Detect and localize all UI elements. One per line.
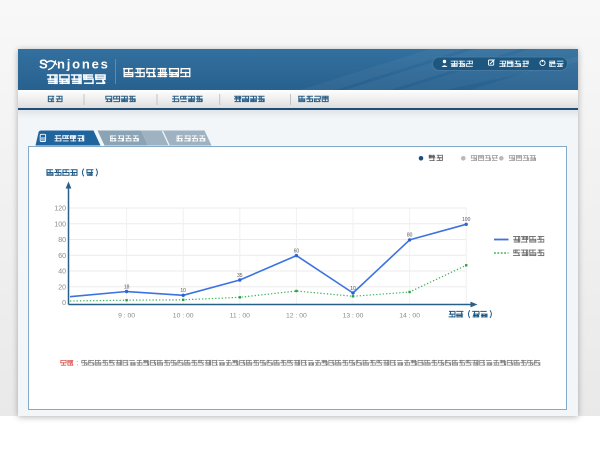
svg-text:100: 100 bbox=[462, 217, 471, 223]
svg-text:0: 0 bbox=[62, 300, 66, 307]
svg-text:60: 60 bbox=[58, 253, 66, 260]
svg-text:12 : 00: 12 : 00 bbox=[286, 312, 307, 319]
svg-text:18: 18 bbox=[124, 284, 130, 290]
svg-text:80: 80 bbox=[58, 237, 66, 244]
svg-text:10: 10 bbox=[180, 288, 186, 294]
svg-text:80: 80 bbox=[407, 233, 413, 239]
svg-text:40: 40 bbox=[58, 269, 66, 276]
svg-text:20: 20 bbox=[58, 284, 66, 291]
svg-text:9 : 00: 9 : 00 bbox=[118, 312, 135, 319]
svg-text:35: 35 bbox=[237, 273, 243, 279]
svg-text:10 : 00: 10 : 00 bbox=[173, 312, 194, 319]
svg-text:120: 120 bbox=[54, 206, 66, 213]
svg-text:60: 60 bbox=[294, 248, 300, 254]
svg-text:100: 100 bbox=[54, 221, 66, 228]
svg-text:14 : 00: 14 : 00 bbox=[399, 312, 420, 319]
svg-text:11 : 00: 11 : 00 bbox=[230, 312, 251, 319]
svg-text:10: 10 bbox=[350, 286, 356, 292]
svg-text:13 : 00: 13 : 00 bbox=[343, 312, 364, 319]
